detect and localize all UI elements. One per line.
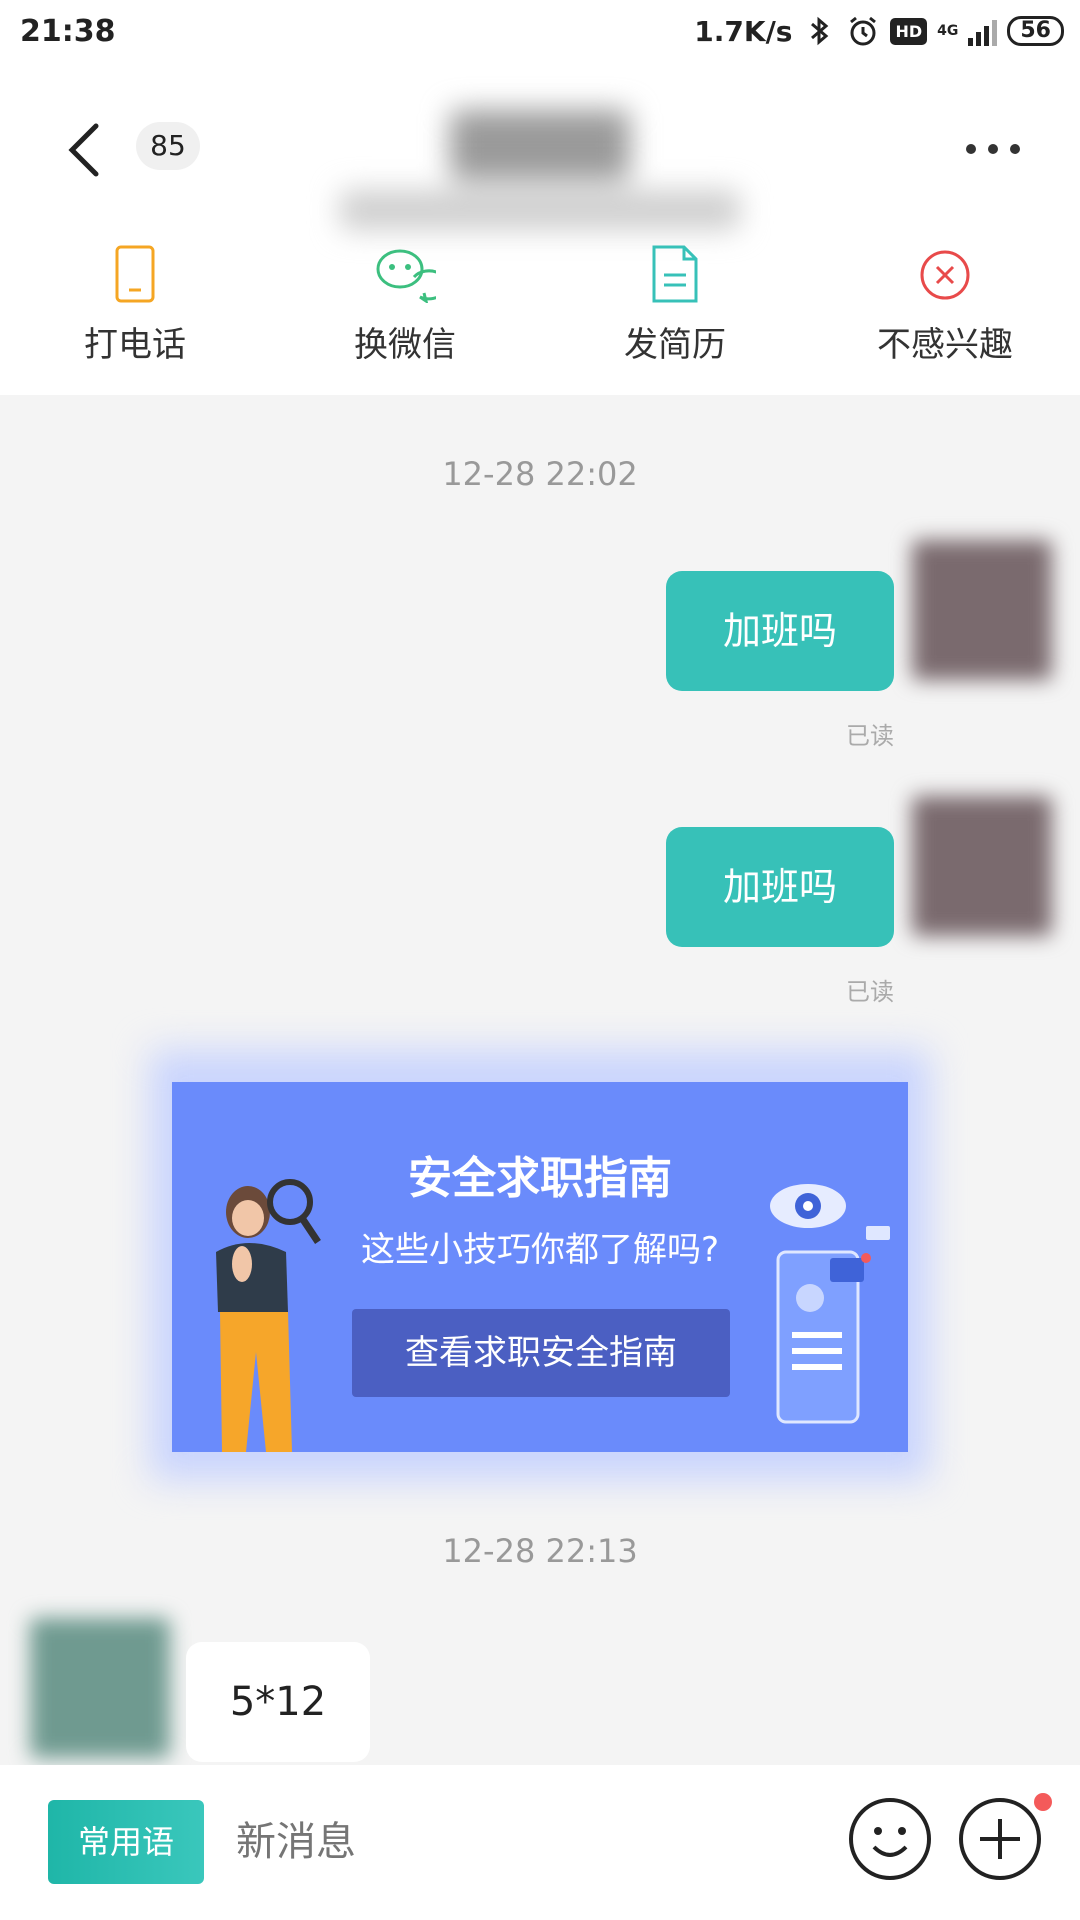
quick-actions-row: 打电话 换微信 发简历 不感兴趣	[0, 245, 1080, 395]
message-out-bubble[interactable]: 加班吗	[666, 571, 894, 691]
action-send-resume[interactable]: 发简历	[540, 245, 810, 395]
action-not-interested-label: 不感兴趣	[877, 325, 1013, 365]
status-time: 21:38	[20, 14, 116, 49]
my-avatar[interactable]	[912, 796, 1052, 936]
action-call[interactable]: 打电话	[0, 245, 270, 395]
plus-icon	[959, 1798, 1041, 1880]
status-icons: 1.7K/s HD 4G 56	[694, 14, 1064, 48]
chat-header: 85 打电话 换微信 发简历 不感兴趣	[0, 70, 1080, 395]
wechat-icon	[376, 249, 436, 303]
action-not-interested[interactable]: 不感兴趣	[810, 245, 1080, 395]
eye-document-illustration-icon	[770, 1184, 890, 1424]
timestamp: 12-28 22:13	[442, 1532, 638, 1570]
contact-avatar[interactable]	[30, 1618, 170, 1758]
unread-count-badge[interactable]: 85	[136, 122, 200, 170]
action-call-label: 打电话	[84, 325, 186, 365]
back-arrow-icon[interactable]	[60, 120, 110, 180]
status-bar: 21:38 1.7K/s HD 4G 56	[0, 0, 1080, 70]
action-wechat[interactable]: 换微信	[270, 245, 540, 395]
notification-dot	[1034, 1793, 1052, 1811]
view-safety-guide-button[interactable]: 查看求职安全指南	[352, 1309, 730, 1397]
my-avatar[interactable]	[912, 540, 1052, 680]
action-send-resume-label: 发简历	[624, 325, 726, 365]
resume-icon	[652, 245, 698, 303]
timestamp: 12-28 22:02	[442, 455, 638, 493]
more-options-icon[interactable]	[966, 144, 1020, 154]
action-wechat-label: 换微信	[354, 325, 456, 365]
message-out-bubble[interactable]: 加班吗	[666, 827, 894, 947]
read-status: 已读	[846, 722, 894, 750]
network-speed: 1.7K/s	[694, 14, 793, 48]
bluetooth-icon	[811, 16, 829, 46]
network-type: 4G	[937, 23, 959, 39]
message-in-bubble[interactable]: 5*12	[186, 1642, 370, 1762]
contact-name-blurred	[330, 80, 750, 260]
emoji-icon[interactable]	[848, 1797, 932, 1881]
woman-illustration-icon	[216, 1179, 321, 1452]
safety-guide-card[interactable]: 安全求职指南 这些小技巧你都了解吗? 查看求职安全指南	[172, 1082, 908, 1452]
plus-button[interactable]	[958, 1793, 1052, 1881]
read-status: 已读	[846, 978, 894, 1006]
signal-icon	[968, 16, 998, 46]
hd-badge: HD	[890, 17, 928, 45]
alarm-icon	[850, 16, 877, 46]
input-bar: 常用语	[0, 1765, 1080, 1920]
message-input[interactable]	[236, 1805, 816, 1879]
quick-phrases-button[interactable]: 常用语	[48, 1800, 204, 1884]
not-interested-icon	[920, 250, 970, 300]
phone-icon	[115, 245, 155, 303]
battery-indicator: 56	[1007, 16, 1064, 46]
